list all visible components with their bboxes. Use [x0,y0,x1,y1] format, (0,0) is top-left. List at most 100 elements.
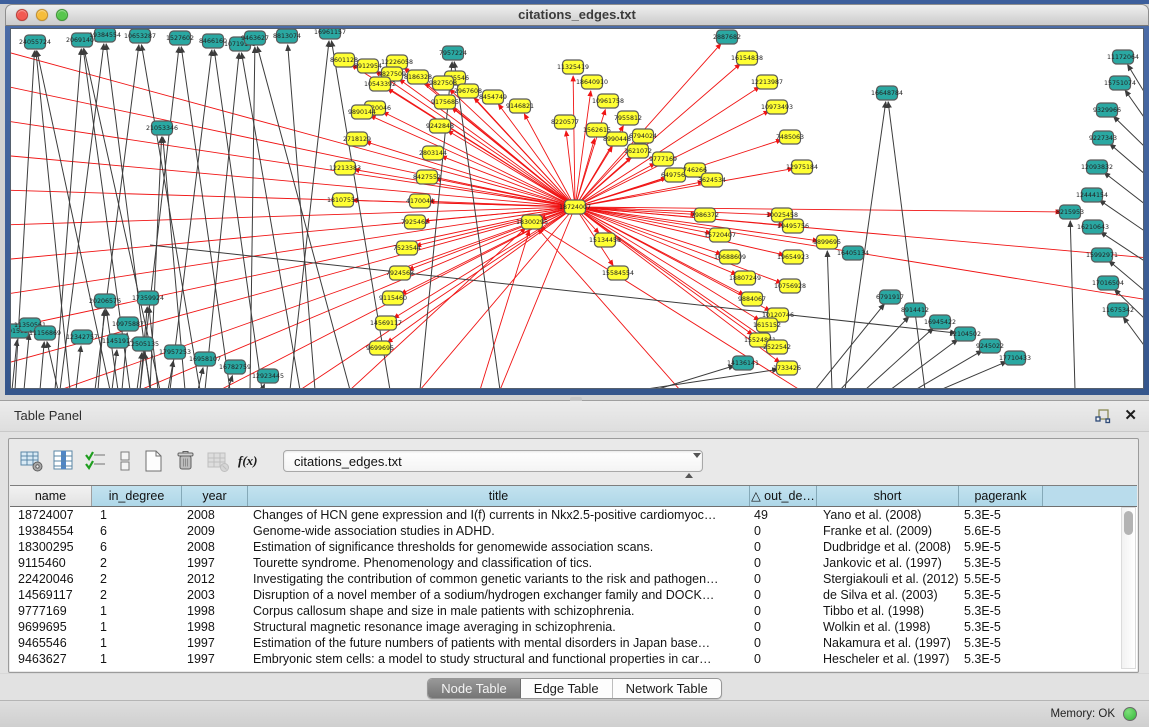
memory-status-indicator[interactable] [1123,707,1137,721]
zoom-window-button[interactable] [56,9,68,21]
table-row[interactable]: 977716911998Corpus callosum shape and si… [10,603,1137,619]
network-node[interactable]: 16405134 [837,246,869,260]
network-node[interactable]: 17359924 [132,291,164,305]
network-node[interactable]: 21053346 [146,121,178,135]
network-node[interactable]: 18640910 [576,75,608,89]
network-node[interactable]: 16210643 [1077,220,1109,234]
network-node[interactable]: 7924563 [386,266,414,280]
network-node[interactable]: 12342757 [66,330,98,344]
network-node[interactable]: 8220577 [551,115,579,129]
network-canvas[interactable]: 8601128891295412226058982750994655461054… [11,29,1143,388]
table-row[interactable]: 946554611997Estimation of the future num… [10,635,1137,651]
network-node[interactable]: 15992971 [1086,248,1118,262]
network-node[interactable]: 1527602 [166,31,194,45]
new-document-icon[interactable] [141,448,167,474]
network-node[interactable]: 16782759 [219,360,251,374]
network-node[interactable]: 9777169 [649,152,677,166]
network-node[interactable]: 16648784 [871,86,903,100]
network-node[interactable]: 12213987 [751,75,783,89]
network-node[interactable]: 10973493 [761,100,793,114]
network-node[interactable]: 7925462 [401,215,429,229]
network-node[interactable]: 2887682 [713,30,741,44]
close-window-button[interactable] [16,9,28,21]
column-header-name[interactable]: name [10,486,92,506]
table-selector-dropdown[interactable]: citations_edges.txt [283,450,703,472]
network-node[interactable]: 9884067 [738,292,766,306]
network-node[interactable]: 1615152 [753,318,781,332]
network-node[interactable]: 14569117 [370,316,402,330]
network-node[interactable]: 1621072 [624,144,652,158]
delete-icon[interactable] [173,448,199,474]
network-node[interactable]: 2718129 [343,132,371,146]
network-node[interactable]: 7485063 [776,130,804,144]
network-node[interactable]: 12975184 [786,160,818,174]
network-node[interactable]: 10688609 [714,250,746,264]
network-node[interactable]: 16961157 [314,29,346,39]
table-row[interactable]: 969969511998Structural magnetic resonanc… [10,619,1137,635]
network-node[interactable]: 9827508 [429,76,457,90]
network-node[interactable]: 12444154 [1076,188,1108,202]
column-header-in_degree[interactable]: in_degree [92,486,182,506]
tab-edge-table[interactable]: Edge Table [521,679,613,698]
table-row[interactable]: 1938455462009Genome-wide association stu… [10,523,1137,539]
network-node[interactable]: 9227343 [1089,131,1117,145]
network-node[interactable]: 16154838 [731,51,763,65]
network-node[interactable]: 12213383 [329,161,361,175]
network-node[interactable]: 8813074 [273,29,301,43]
network-node[interactable]: 7957224 [439,46,467,60]
minimize-window-button[interactable] [36,9,48,21]
network-node[interactable]: 7523544 [393,241,421,255]
network-node[interactable]: 9463627 [241,31,269,45]
network-node[interactable]: 2803144 [419,146,447,160]
column-header-out_degree[interactable]: △ out_de… [750,486,817,506]
tab-node-table[interactable]: Node Table [428,679,521,698]
table-scrollbar-thumb[interactable] [1124,511,1133,535]
network-node[interactable]: 9890144 [348,105,376,119]
table-row[interactable]: 946362711997Embryonic stem cells: a mode… [10,651,1137,667]
network-node[interactable]: 10653287 [124,29,156,43]
network-node[interactable]: 15751074 [1104,76,1136,90]
function-builder-icon[interactable]: f(x) [237,448,263,474]
network-node[interactable]: 9245022 [976,339,1004,353]
network-node[interactable]: 10756928 [774,279,806,293]
network-node[interactable]: 8914412 [901,303,929,317]
network-node[interactable]: 3624534 [698,173,726,187]
network-node[interactable]: 11325419 [557,60,589,74]
table-row[interactable]: 911546021997Tourette syndrome. Phenomeno… [10,555,1137,571]
window-titlebar[interactable]: citations_edges.txt [5,4,1149,26]
network-node[interactable]: 11675342 [1102,303,1134,317]
network-graph[interactable]: 8601128891295412226058982750994655461054… [11,29,1143,388]
float-panel-icon[interactable] [1095,408,1111,424]
network-node[interactable]: 7955812 [614,111,642,125]
network-node[interactable]: 8466160 [199,34,227,48]
network-node[interactable]: 7986372 [691,208,719,222]
column-header-title[interactable]: title [248,486,750,506]
network-node[interactable]: 8454749 [479,90,507,104]
network-node[interactable]: 9115460 [379,291,407,305]
network-node[interactable]: 9242848 [426,119,454,133]
network-node[interactable]: 20206576 [89,294,121,308]
network-node[interactable]: 24055724 [19,35,51,49]
network-node[interactable]: 8186328 [404,70,432,84]
network-node[interactable]: 12093832 [1081,160,1113,174]
rows-icon[interactable] [115,448,135,474]
network-node[interactable]: 9175685 [431,95,459,109]
table-row[interactable]: 1872400712008Changes of HCN gene express… [10,507,1137,523]
network-node[interactable]: 9899695 [813,235,841,249]
network-node[interactable]: 9329966 [1093,103,1121,117]
network-node[interactable]: 12104502 [949,327,981,341]
network-node[interactable]: 15720407 [704,228,736,242]
network-node[interactable]: 15584554 [602,266,634,280]
network-node[interactable]: 9146821 [506,99,534,113]
network-node[interactable]: 2522542 [763,340,791,354]
network-node[interactable]: 11172064 [1107,50,1139,64]
column-options-icon[interactable] [51,448,77,474]
network-node[interactable]: 2967608 [454,84,482,98]
network-node[interactable]: 9699695 [366,341,394,355]
network-node[interactable]: 17957253 [159,345,191,359]
network-node[interactable]: 19654923 [777,250,809,264]
network-node[interactable]: 8215953 [1056,205,1084,219]
network-node[interactable]: 6794024 [629,129,657,143]
network-node[interactable]: 1733426 [773,361,801,375]
network-node[interactable]: 14136141 [727,356,759,370]
